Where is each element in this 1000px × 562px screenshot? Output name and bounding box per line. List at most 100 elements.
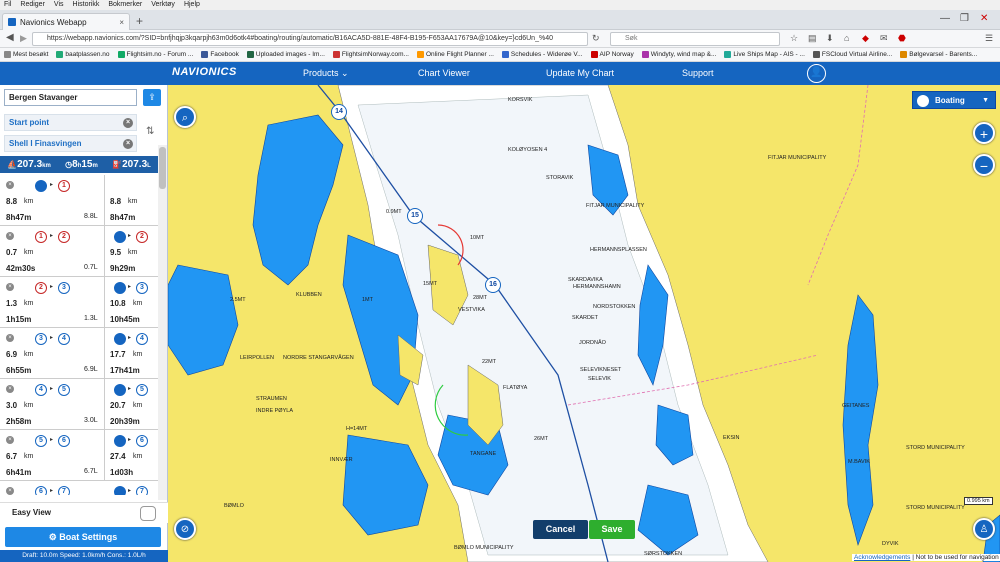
leg-row[interactable]: × 3 ▸ 4 ▸ 4 6.9 km 6h55m 6.9L 17.7 km 17h4… xyxy=(0,328,158,379)
bookmark-item[interactable]: Uploaded images - Im... xyxy=(246,48,325,61)
menu-bookmarks[interactable]: Bokmerker xyxy=(108,0,142,10)
sync-icon[interactable]: ✉ xyxy=(880,33,888,44)
bookmark-item[interactable]: Mest besøkt xyxy=(4,48,48,61)
remove-leg-icon[interactable]: × xyxy=(6,436,14,444)
nav-chart-viewer[interactable]: Chart Viewer xyxy=(418,68,470,78)
remove-leg-icon[interactable]: × xyxy=(6,283,14,291)
bookmark-item[interactable]: AIP Norway xyxy=(590,48,634,61)
route-waypoint-marker[interactable]: 16 xyxy=(485,277,501,293)
menu-edit[interactable]: Rediger xyxy=(20,0,45,10)
addon-icon[interactable]: ◆ xyxy=(862,33,869,44)
mode-label: Boating xyxy=(935,96,965,105)
minimize-icon[interactable]: — xyxy=(940,13,950,24)
nav-products[interactable]: Products ⌄ xyxy=(303,68,349,79)
leg-row[interactable]: × 4 ▸ 5 ▸ 5 3.0 km 2h58m 3.0L 20.7 km 20h3… xyxy=(0,379,158,430)
arrow-icon: ▸ xyxy=(50,335,54,341)
end-point-field[interactable]: Shell I Finasvingen × xyxy=(4,135,137,152)
map-label: BØMLO xyxy=(224,503,244,509)
user-account-icon[interactable]: 👤 xyxy=(807,64,826,83)
map-label: INDRE PØYLA xyxy=(256,408,293,414)
route-totals: ⛵207.3km ◷8h15m ⛽207.3L xyxy=(0,156,158,173)
route-waypoint-marker[interactable]: 15 xyxy=(407,208,423,224)
remove-leg-icon[interactable]: × xyxy=(6,385,14,393)
save-button[interactable]: Save xyxy=(589,520,635,539)
easy-view-label: Easy View xyxy=(12,508,51,517)
shallow-area xyxy=(168,264,239,376)
bookmark-item[interactable]: FlightsimNorway.com... xyxy=(332,48,409,61)
bookmark-item[interactable]: baatplassen.no xyxy=(56,48,110,61)
adblock-icon[interactable]: ⬣ xyxy=(898,33,906,44)
map-label: 1MT xyxy=(362,297,373,303)
remove-leg-icon[interactable]: × xyxy=(6,232,14,240)
menu-file[interactable]: Fil xyxy=(4,0,11,10)
menu-view[interactable]: Vis xyxy=(54,0,64,10)
search-input[interactable]: Søk xyxy=(610,32,780,46)
menu-tools[interactable]: Verktøy xyxy=(151,0,175,10)
menu-help[interactable]: Hjelp xyxy=(184,0,200,10)
bookmark-item[interactable]: Windyty, wind map &... xyxy=(641,48,716,61)
easy-view-toggle[interactable] xyxy=(140,506,156,521)
close-window-icon[interactable]: ✕ xyxy=(980,13,988,24)
url-input[interactable]: https://webapp.navionics.com/?SID=bnfjhq… xyxy=(32,32,588,46)
mode-selector[interactable]: Boating ▼ xyxy=(912,91,996,109)
nautical-chart-map[interactable]: KORSVIK KOLØYOSEN 4 STORAVIK FITJAR MUNI… xyxy=(168,85,1000,562)
new-tab-icon[interactable]: + xyxy=(136,15,143,27)
zoom-in-icon[interactable]: + xyxy=(973,122,995,144)
remove-end-icon[interactable]: × xyxy=(123,139,133,149)
nav-update-chart[interactable]: Update My Chart xyxy=(546,68,614,78)
shallow-area xyxy=(842,294,879,547)
leg-row[interactable]: × 1 ▸ 2 ▸ 2 0.7 km 42m30s 0.7L 9.5 km 9h29… xyxy=(0,226,158,277)
route-legs-list: × ▸ 1 8.8 km 8h47m 8.8L 8.8 km 8h47m × 1 ▸… xyxy=(0,175,158,495)
navionics-logo[interactable]: NAVIONICS xyxy=(172,66,237,78)
bookmark-item[interactable]: FSCloud Virtual Airline... xyxy=(812,48,892,61)
leg-row[interactable]: × 2 ▸ 3 ▸ 3 1.3 km 1h15m 1.3L 10.8 km 10h4… xyxy=(0,277,158,328)
nav-support[interactable]: Support xyxy=(682,68,714,78)
menu-history[interactable]: Historikk xyxy=(73,0,100,10)
acknowledgements-link[interactable]: Acknowledgements xyxy=(854,554,910,561)
bookmark-item[interactable]: Bølgevarsel - Barents... xyxy=(900,48,977,61)
download-icon[interactable]: ⬇ xyxy=(826,33,834,44)
tab-navionics[interactable]: Navionics Webapp × xyxy=(2,13,130,30)
forward-icon[interactable]: ▶ xyxy=(20,33,27,44)
total-time: ◷8h15m xyxy=(65,159,98,170)
bookmark-item[interactable]: Flightsim.no - Forum ... xyxy=(117,48,193,61)
cancel-button[interactable]: Cancel xyxy=(533,520,588,539)
layers-icon[interactable]: ⊘ xyxy=(174,518,196,540)
route-waypoint-marker[interactable]: 14 xyxy=(331,104,347,120)
chevron-down-icon: ⌄ xyxy=(341,68,349,78)
bookmark-item[interactable]: Schedules - Widerøe V... xyxy=(501,48,583,61)
search-icon[interactable]: ⌕ xyxy=(174,106,196,128)
remove-leg-icon[interactable]: × xyxy=(6,181,14,189)
home-icon[interactable]: ⌂ xyxy=(844,33,849,43)
column-divider xyxy=(104,328,105,378)
maximize-icon[interactable]: ❐ xyxy=(960,13,969,24)
scrollbar-thumb[interactable] xyxy=(159,147,166,189)
bookmark-item[interactable]: Online Flight Planner ... xyxy=(416,48,494,61)
remove-start-icon[interactable]: × xyxy=(123,118,133,128)
swap-points-icon[interactable]: ⇅ xyxy=(146,126,154,137)
star-icon[interactable]: ☆ xyxy=(790,33,798,44)
zoom-out-icon[interactable]: − xyxy=(973,154,995,176)
reading-list-icon[interactable]: ▤ xyxy=(808,33,817,44)
remove-leg-icon[interactable]: × xyxy=(6,334,14,342)
leg-row[interactable]: × 5 ▸ 6 ▸ 6 6.7 km 6h41m 6.7L 27.4 km 1d03… xyxy=(0,430,158,481)
leg-row[interactable]: × 6 ▸ 7 ▸ 7 xyxy=(0,481,158,495)
back-icon[interactable]: ◀ xyxy=(6,32,14,43)
bookmark-item[interactable]: Facebook xyxy=(201,48,239,61)
share-icon[interactable]: ⇪ xyxy=(143,89,161,106)
route-name-input[interactable]: Bergen Stavanger xyxy=(4,89,137,106)
person-icon[interactable]: ♙ xyxy=(973,518,995,540)
bookmark-item[interactable]: Live Ships Map - AIS - ... xyxy=(724,48,805,61)
legs-scrollbar[interactable] xyxy=(158,145,167,500)
boat-settings-button[interactable]: ⚙ Boat Settings xyxy=(5,527,161,547)
remove-leg-icon[interactable]: × xyxy=(6,487,14,495)
map-label: NORDSTOKKEN xyxy=(593,304,636,310)
bookmark-label: Schedules - Widerøe V... xyxy=(510,50,583,58)
hamburger-menu-icon[interactable]: ☰ xyxy=(985,33,993,44)
nav-products-label: Products xyxy=(303,68,339,78)
leg-row[interactable]: × ▸ 1 8.8 km 8h47m 8.8L 8.8 km 8h47m xyxy=(0,175,158,226)
reload-icon[interactable]: ↻ xyxy=(592,33,600,44)
start-point-field[interactable]: Start point × xyxy=(4,114,137,131)
waypoint-marker: 4 xyxy=(136,333,148,345)
close-tab-icon[interactable]: × xyxy=(119,18,124,27)
